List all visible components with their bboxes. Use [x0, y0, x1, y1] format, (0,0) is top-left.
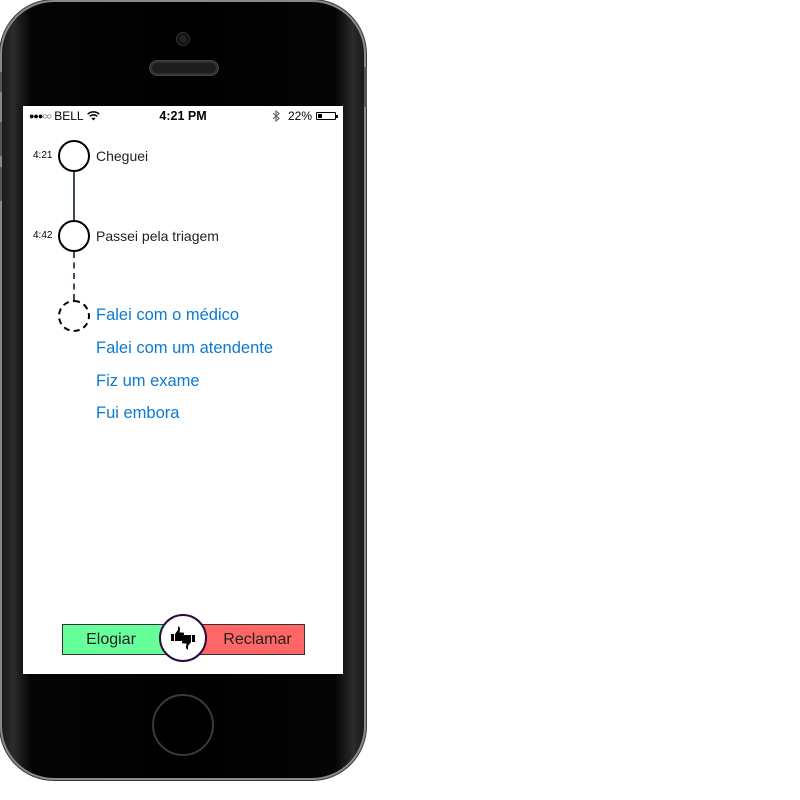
timeline-connector: [73, 172, 75, 220]
status-bar: ●●●○○ BELL 4:21 PM 22%: [23, 106, 343, 126]
complain-button[interactable]: Reclamar: [198, 624, 305, 655]
option-fiz-um-exame[interactable]: Fiz um exame: [96, 372, 200, 391]
praise-button[interactable]: Elogiar: [62, 624, 168, 655]
mute-switch: [0, 72, 2, 92]
bluetooth-icon: [272, 110, 280, 122]
earpiece-speaker: [150, 61, 218, 75]
battery-percent: 22%: [287, 109, 312, 123]
thumbs-up-down-icon: [171, 626, 195, 650]
feedback-toggle-button[interactable]: [159, 614, 207, 662]
battery-tip: [336, 115, 338, 118]
battery-fill: [318, 114, 322, 118]
event-time: 4:42: [33, 230, 53, 241]
option-falei-com-o-medico[interactable]: Falei com o médico: [96, 306, 239, 325]
event-time: 4:21: [33, 150, 53, 161]
timeline-node-pending: [58, 300, 90, 332]
front-camera: [177, 33, 189, 45]
timeline-node-completed: [58, 220, 90, 252]
home-button[interactable]: [152, 694, 214, 756]
timeline-node-completed: [58, 140, 90, 172]
event-label: Passei pela triagem: [96, 228, 219, 244]
volume-up-button: [0, 122, 2, 156]
power-button: [364, 67, 367, 107]
timeline-connector-pending: [73, 252, 75, 300]
praise-button-label: Elogiar: [86, 630, 136, 648]
app-screen: ●●●○○ BELL 4:21 PM 22% 4:21 Cheguei 4:42: [23, 106, 343, 674]
volume-down-button: [0, 167, 2, 201]
option-fui-embora[interactable]: Fui embora: [96, 404, 179, 423]
option-falei-com-um-atendente[interactable]: Falei com um atendente: [96, 339, 273, 358]
battery-icon: [316, 112, 338, 120]
status-right: 22%: [272, 109, 338, 123]
complain-button-label: Reclamar: [223, 630, 292, 648]
event-label: Cheguei: [96, 148, 149, 164]
